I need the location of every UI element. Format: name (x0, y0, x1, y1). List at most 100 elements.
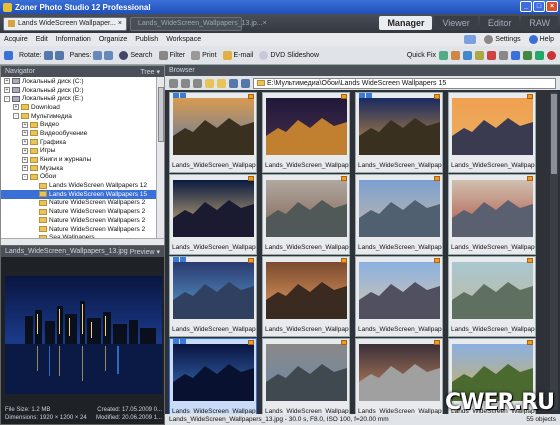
help-button[interactable]: Help (528, 35, 554, 44)
tree-item[interactable]: + Локальный диск (C:) (1, 77, 164, 86)
thumbnail-image (452, 180, 533, 237)
path-field[interactable]: E:\Мультимедиа\Обои\Lands WideScreen Wal… (253, 77, 556, 89)
resize-icon[interactable] (511, 50, 520, 60)
rotate-left-icon[interactable] (43, 50, 53, 60)
menu-edit[interactable]: Edit (36, 36, 48, 43)
crop-icon[interactable] (499, 50, 508, 60)
close-tab-icon[interactable]: × (263, 20, 267, 27)
filter-button[interactable]: Filter (158, 50, 185, 60)
tree-item[interactable]: Nature WideScreen Wallpapers 2 (1, 199, 164, 208)
tree-item[interactable]: - Обои (1, 173, 164, 182)
close-window-button[interactable]: × (546, 1, 558, 12)
thumbnail-item[interactable]: Lands_WideScreen_Wallpaper... (169, 92, 257, 173)
tree-item[interactable]: - Мультимедиа (1, 112, 164, 121)
tree-item[interactable]: Nature WideScreen Wallpapers 2 (1, 225, 164, 234)
menu-acquire[interactable]: Acquire (4, 36, 28, 43)
monitor-icon[interactable] (464, 35, 477, 44)
menu-publish[interactable]: Publish (135, 36, 158, 43)
search-button[interactable]: Search (119, 50, 153, 60)
enhance-icon[interactable] (439, 50, 448, 60)
new-folder-icon[interactable] (217, 78, 226, 88)
thumbnail-item[interactable]: Lands_WideScreen_Wallpaper... (169, 338, 257, 419)
expand-toggle-icon[interactable]: + (22, 156, 28, 163)
sharpen-icon[interactable] (523, 50, 532, 60)
thumbnail-item[interactable]: Lands_WideScreen_Wallpaper... (169, 174, 257, 255)
preview-mode-dropdown[interactable]: Preview ▾ (130, 248, 160, 256)
expand-toggle-icon[interactable]: + (22, 165, 28, 172)
expand-toggle-icon[interactable]: + (22, 130, 28, 137)
expand-toggle-icon[interactable]: + (22, 139, 28, 146)
tree-item[interactable]: + Видеообучение (1, 129, 164, 138)
browser-scrollbar[interactable] (550, 92, 558, 410)
tree-item[interactable]: - Локальный диск (E:) (1, 94, 164, 103)
tree-item[interactable]: Lands WideScreen Wallpapers 15 (1, 189, 164, 199)
expand-toggle-icon[interactable]: + (4, 87, 10, 94)
email-button[interactable]: E-mail (222, 50, 253, 60)
thumbnail-item[interactable]: Lands_WideScreen_Wallpaper... (169, 256, 257, 337)
quick-fix-button[interactable]: Quick Fix (407, 52, 436, 59)
tree-scrollbar[interactable] (156, 77, 164, 245)
up-icon[interactable] (193, 78, 202, 88)
panes-layout-icon[interactable] (104, 50, 114, 60)
back-icon[interactable] (169, 78, 178, 88)
print-button[interactable]: Print (191, 50, 217, 60)
thumbnail-item[interactable]: Lands_WideScreen_Wallpaper... (262, 338, 350, 419)
minimize-button[interactable]: _ (520, 1, 532, 12)
tree-item[interactable]: + Видео (1, 120, 164, 129)
expand-toggle-icon[interactable]: - (22, 173, 28, 180)
thumbnail-item[interactable]: Lands_WideScreen_Wallpaper... (448, 256, 536, 337)
expand-toggle-icon[interactable]: - (4, 95, 10, 102)
expand-toggle-icon[interactable]: - (13, 113, 19, 120)
expand-toggle-icon[interactable]: + (22, 121, 28, 128)
dvd-slideshow-button[interactable]: DVD Slideshow (259, 50, 319, 60)
tree-item[interactable]: Nature WideScreen Wallpapers 2 (1, 207, 164, 216)
thumbnail-item[interactable]: Lands_WideScreen_Wallpaper... (355, 256, 443, 337)
redeye-icon[interactable] (487, 50, 496, 60)
tree-view-dropdown[interactable]: Tree ▾ (140, 68, 160, 76)
thumbnail-item[interactable]: Lands_WideScreen_Wallpaper... (448, 174, 536, 255)
mode-raw[interactable]: RAW (521, 16, 558, 30)
close-tab-icon[interactable]: × (118, 20, 122, 27)
monitor-icon[interactable] (4, 50, 13, 60)
folder-icon[interactable] (205, 78, 214, 88)
menu-workspace[interactable]: Workspace (166, 36, 201, 43)
maximize-button[interactable]: □ (533, 1, 545, 12)
tree-item[interactable]: + Графика (1, 138, 164, 147)
forward-icon[interactable] (181, 78, 190, 88)
settings-button[interactable]: Settings (484, 35, 521, 44)
thumbnail-item[interactable]: Lands_WideScreen_Wallpaper... (262, 256, 350, 337)
thumbnail-item[interactable]: Lands_WideScreen_Wallpaper... (355, 92, 443, 173)
color-icon[interactable] (463, 50, 472, 60)
refresh-icon[interactable] (535, 50, 544, 60)
tree-item[interactable]: + Download (1, 103, 164, 112)
mode-editor[interactable]: Editor (479, 16, 520, 30)
tab-browser[interactable]: Lands WideScreen Wallpaper... × (3, 16, 127, 31)
mode-manager[interactable]: Manager (379, 16, 433, 30)
view-mode-icon[interactable] (241, 78, 250, 88)
menu-information[interactable]: Information (56, 36, 91, 43)
sort-icon[interactable] (229, 78, 238, 88)
tree-item[interactable]: + Локальный диск (D:) (1, 86, 164, 95)
expand-toggle-icon[interactable]: + (13, 104, 19, 111)
thumbnail-item[interactable]: Lands_WideScreen_Wallpaper... (262, 174, 350, 255)
tab-image[interactable]: Lands_WideScreen_Wallpapers_13.jp... × (130, 16, 267, 31)
tree-item[interactable]: Lands WideScreen Wallpapers 12 (1, 181, 164, 190)
tree-item[interactable]: Nature WideScreen Wallpapers 2 (1, 216, 164, 225)
levels-icon[interactable] (451, 50, 460, 60)
panes-icon[interactable] (93, 50, 103, 60)
rotate-right-icon[interactable] (54, 50, 64, 60)
thumbnail-item[interactable]: Lands_WideScreen_Wallpaper... (355, 174, 443, 255)
tree-item[interactable]: + Музыка (1, 164, 164, 173)
expand-toggle-icon[interactable]: + (22, 147, 28, 154)
brightness-icon[interactable] (475, 50, 484, 60)
expand-toggle-icon[interactable]: + (4, 78, 10, 85)
tree-horizontal-scrollbar[interactable] (1, 238, 164, 245)
thumbnail-item[interactable]: Lands_WideScreen_Wallpaper... (448, 92, 536, 173)
tree-item[interactable]: + Игры (1, 147, 164, 156)
mode-viewer[interactable]: Viewer (434, 16, 478, 30)
menu-organize[interactable]: Organize (99, 36, 127, 43)
stop-icon[interactable] (547, 50, 556, 60)
tree-item[interactable]: + Книги и журналы (1, 155, 164, 164)
thumbnail-item[interactable]: Lands_WideScreen_Wallpaper... (355, 338, 443, 419)
thumbnail-item[interactable]: Lands_WideScreen_Wallpaper... (262, 92, 350, 173)
